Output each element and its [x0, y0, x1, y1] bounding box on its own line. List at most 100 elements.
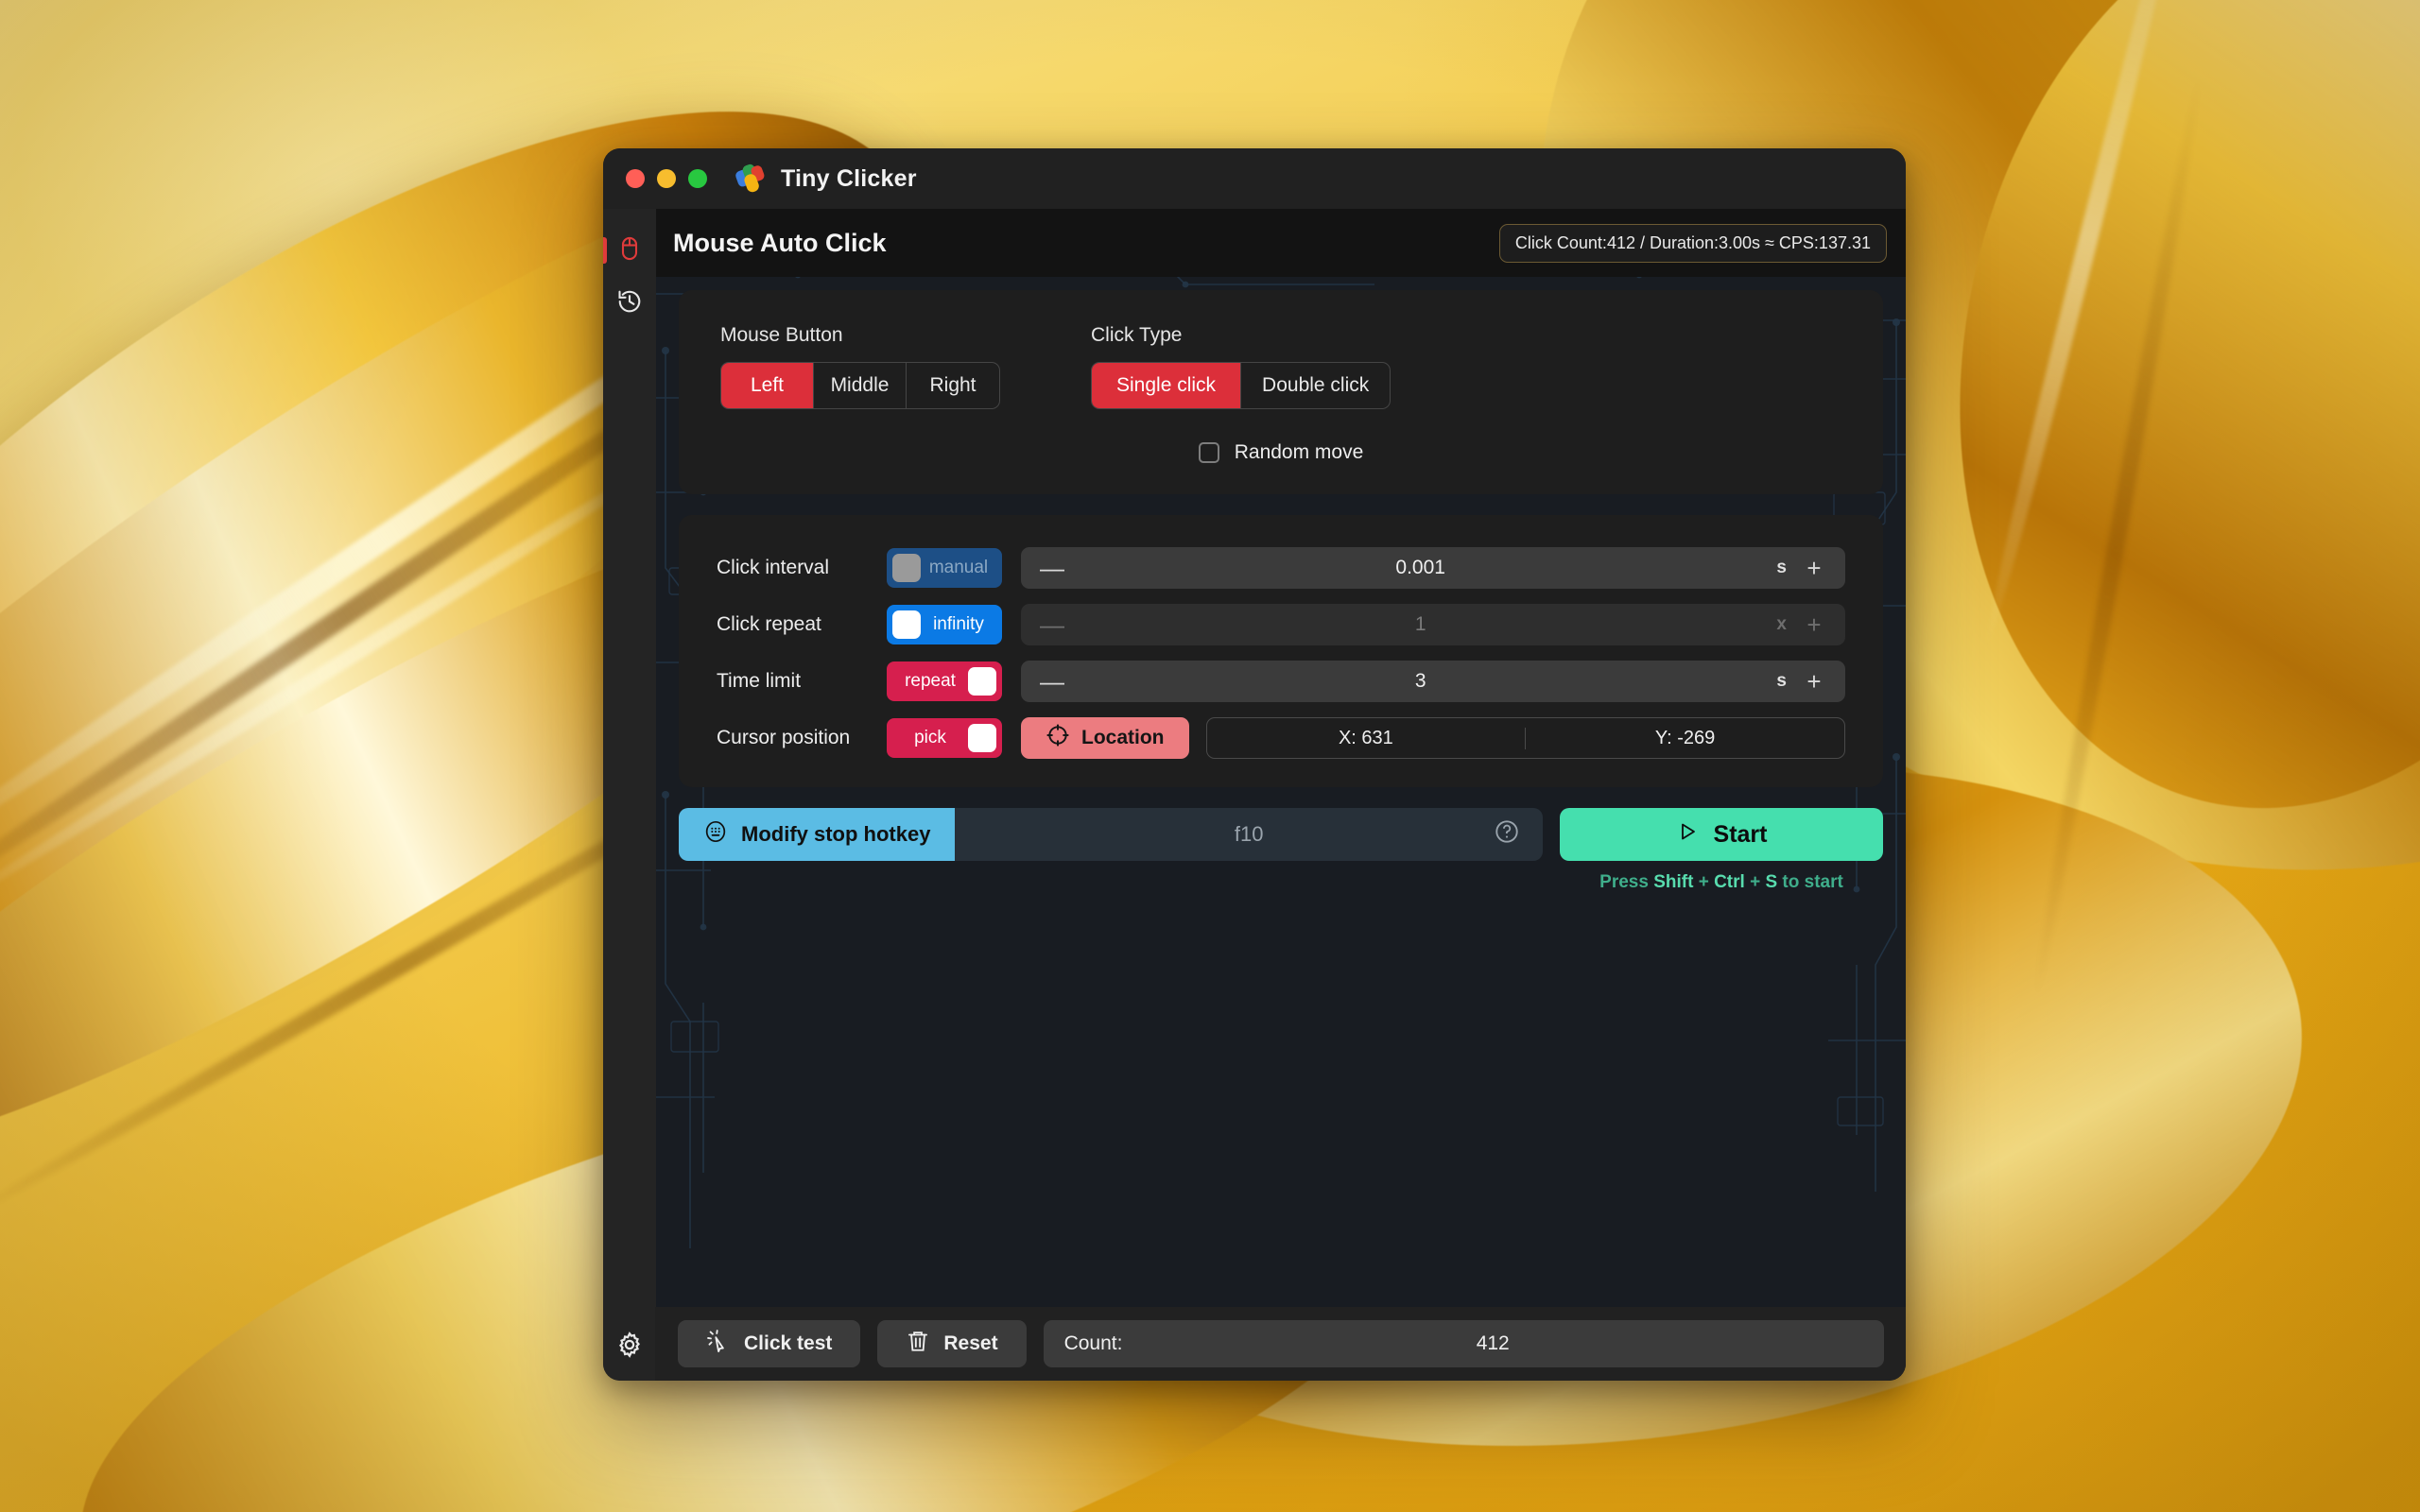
random-move-row[interactable]: Random move [720, 441, 1841, 464]
click-config-panel: Mouse Button Left Middle Right Click Typ… [679, 290, 1883, 494]
hotkey-control: Modify stop hotkey f10 [679, 808, 1543, 861]
hotkey-value-field[interactable]: f10 [955, 808, 1543, 861]
tiny-clicker-logo-icon [734, 161, 769, 197]
question-circle-icon[interactable] [1494, 818, 1520, 850]
mouse-button-option-left[interactable]: Left [721, 363, 814, 408]
start-hint-key-ctrl: Ctrl [1714, 872, 1745, 892]
click-type-group: Click Type Single click Double click [1091, 324, 1392, 409]
mouse-button-option-middle[interactable]: Middle [814, 363, 907, 408]
click-type-option-single[interactable]: Single click [1092, 363, 1242, 408]
history-icon [616, 288, 643, 319]
title-bar[interactable]: Tiny Clicker [603, 148, 1906, 209]
cursor-position-toggle-label: pick [914, 728, 946, 747]
main-content: Mouse Auto Click Click Count:412 / Durat… [655, 209, 1906, 1381]
click-interval-stepper: — 0.001 s + [1021, 547, 1845, 589]
click-repeat-label: Click repeat [717, 613, 821, 635]
start-button-label: Start [1713, 820, 1768, 848]
timing-settings-panel: Click interval manual — 0.001 s + Click … [679, 515, 1883, 787]
click-interval-decrement[interactable]: — [1040, 556, 1064, 580]
count-value: 412 [1476, 1332, 1510, 1354]
time-limit-value[interactable]: 3 [1064, 670, 1776, 693]
time-limit-label: Time limit [717, 670, 802, 692]
mouse-button-label: Mouse Button [720, 324, 843, 346]
close-button[interactable] [626, 169, 645, 188]
minimize-button[interactable] [657, 169, 676, 188]
start-hint-key-s: S [1765, 872, 1778, 892]
click-repeat-value[interactable]: 1 [1064, 613, 1776, 636]
modify-stop-hotkey-button[interactable]: Modify stop hotkey [679, 808, 956, 861]
reset-button[interactable]: Reset [877, 1320, 1027, 1367]
hotkey-value: f10 [1234, 822, 1264, 846]
click-interval-toggle-label: manual [928, 558, 989, 577]
page-title: Mouse Auto Click [673, 228, 887, 257]
time-limit-decrement[interactable]: — [1040, 669, 1064, 694]
main-inner: Mouse Auto Click Click Count:412 / Durat… [655, 209, 1906, 1381]
trash-icon [906, 1329, 930, 1359]
time-limit-unit: s [1776, 671, 1787, 691]
click-interval-unit: s [1776, 558, 1787, 577]
cursor-y-value[interactable]: Y: -269 [1526, 728, 1844, 749]
gear-icon [615, 1331, 644, 1364]
click-interval-value[interactable]: 0.001 [1064, 557, 1776, 579]
time-limit-increment[interactable]: + [1802, 669, 1826, 694]
bottom-bar: Click test Reset Count: 412 [655, 1307, 1906, 1381]
layout-spacer [656, 893, 1906, 1307]
cursor-x-value[interactable]: X: 631 [1207, 727, 1527, 749]
cursor-coordinates: X: 631 Y: -269 [1205, 717, 1845, 759]
click-repeat-unit: x [1776, 614, 1787, 634]
page-header: Mouse Auto Click Click Count:412 / Durat… [656, 209, 1906, 277]
keyboard-icon [703, 819, 728, 850]
click-cursor-icon [706, 1329, 731, 1359]
play-icon [1676, 820, 1699, 850]
click-repeat-toggle[interactable]: infinity [887, 605, 1002, 644]
app-window: Tiny Clicker Mouse Auto Click Click Coun… [603, 148, 1906, 1381]
config-group-row: Mouse Button Left Middle Right Click Typ… [720, 324, 1841, 409]
mouse-button-option-right[interactable]: Right [907, 363, 999, 408]
crosshair-icon [1046, 723, 1070, 753]
time-limit-toggle[interactable]: repeat [887, 662, 1002, 701]
click-interval-increment[interactable]: + [1802, 556, 1826, 580]
mouse-button-segmented-control: Left Middle Right [720, 362, 1000, 409]
cursor-position-row: Cursor position pick Location X: 631 Y: … [717, 717, 1845, 759]
cursor-position-toggle[interactable]: pick [887, 718, 1002, 758]
app-title: Tiny Clicker [781, 164, 917, 192]
time-limit-row: Time limit repeat — 3 s + [717, 661, 1845, 702]
click-interval-toggle[interactable]: manual [887, 548, 1002, 588]
action-bar: Modify stop hotkey f10 Start Press Shift… [679, 808, 1883, 893]
maximize-button[interactable] [688, 169, 707, 188]
click-repeat-decrement[interactable]: — [1040, 612, 1064, 637]
sidebar-item-history[interactable] [603, 277, 656, 330]
time-limit-stepper: — 3 s + [1021, 661, 1845, 702]
click-test-label: Click test [744, 1332, 833, 1354]
start-hint-suffix: to start [1777, 872, 1843, 892]
status-badge: Click Count:412 / Duration:3.00s ≈ CPS:1… [1498, 223, 1887, 263]
click-repeat-increment[interactable]: + [1802, 612, 1826, 637]
start-hint-plus-2: + [1744, 872, 1766, 892]
click-type-label: Click Type [1091, 324, 1183, 346]
start-hint-plus-1: + [1693, 872, 1715, 892]
count-label: Count: [1063, 1332, 1123, 1354]
start-hint-key-shift: Shift [1653, 872, 1694, 892]
random-move-checkbox[interactable] [1198, 442, 1219, 463]
random-move-label: Random move [1234, 441, 1364, 463]
click-interval-row: Click interval manual — 0.001 s + [717, 547, 1845, 589]
start-hint-prefix: Press [1599, 872, 1654, 892]
click-type-option-double[interactable]: Double click [1241, 363, 1390, 408]
start-column: Start Press Shift + Ctrl + S to start [1560, 808, 1883, 893]
location-button-label: Location [1081, 727, 1165, 748]
click-test-button[interactable]: Click test [678, 1320, 861, 1367]
click-type-segmented-control: Single click Double click [1091, 362, 1392, 409]
click-interval-label: Click interval [717, 557, 830, 578]
window-body: Mouse Auto Click Click Count:412 / Durat… [603, 209, 1906, 1381]
cursor-position-label: Cursor position [717, 727, 851, 748]
sidebar-item-mouse[interactable] [603, 224, 656, 277]
sidebar-item-settings[interactable] [603, 1331, 656, 1364]
traffic-lights [626, 169, 707, 188]
count-display: Count: 412 [1043, 1320, 1884, 1367]
mouse-button-group: Mouse Button Left Middle Right [720, 324, 1000, 409]
location-button[interactable]: Location [1021, 717, 1189, 759]
click-repeat-toggle-label: infinity [933, 614, 984, 634]
start-hint: Press Shift + Ctrl + S to start [1560, 872, 1883, 893]
start-button[interactable]: Start [1560, 808, 1883, 861]
mouse-icon [616, 235, 643, 266]
